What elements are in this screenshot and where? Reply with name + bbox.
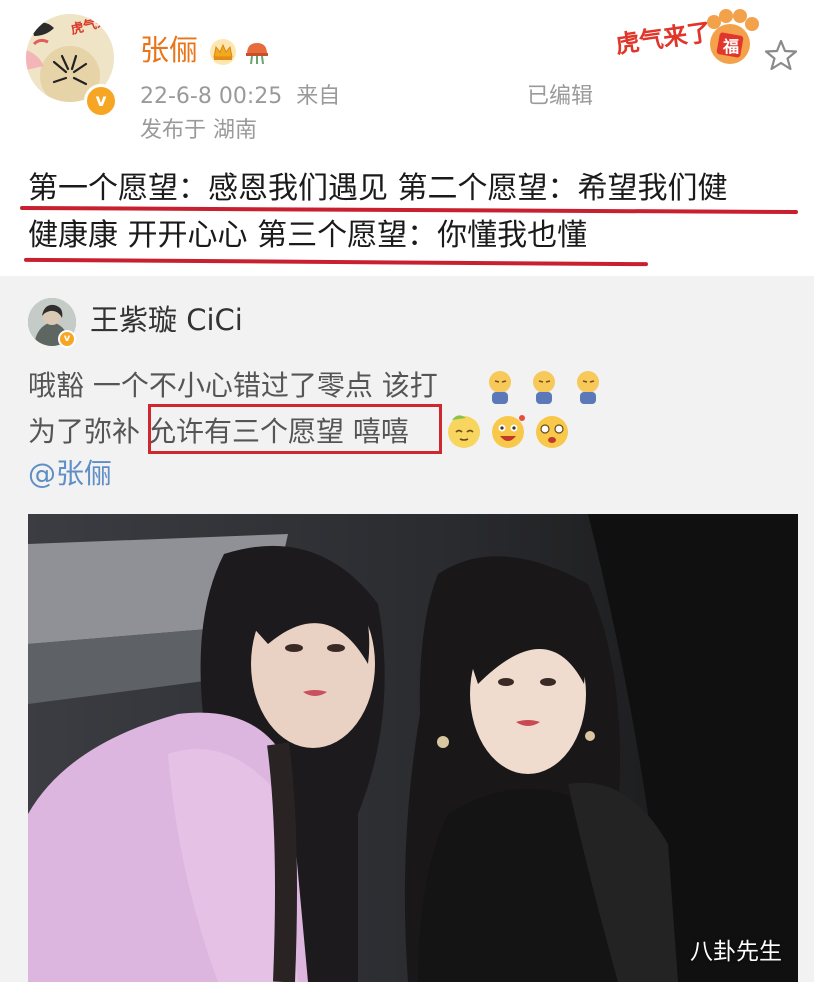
author-name[interactable]: 张俪 [140, 36, 198, 65]
sleepy-emoji-icon [577, 371, 599, 404]
verified-icon: v [84, 84, 118, 118]
crown-icon[interactable] [208, 38, 238, 66]
helmet-icon[interactable] [243, 38, 271, 66]
repost-line2-prefix: 为了弥补 [28, 415, 141, 448]
post-location: 发布于 湖南 [140, 118, 257, 143]
sleepy-emoji-icon [533, 371, 555, 404]
mention-link[interactable]: @张俪 [28, 460, 112, 488]
post-text-line-2: 健康康 开开心心 第三个愿望：你懂我也懂 [28, 218, 588, 253]
watermark: 八卦先生 [690, 939, 782, 965]
repost-author-name[interactable]: 王紫璇 CiCi [90, 306, 243, 335]
post-time-text: 22-6-8 00:25 [140, 84, 283, 109]
surprised-emoji-icon [536, 416, 568, 448]
red-underline-2 [23, 257, 649, 267]
repost-photo[interactable]: 八卦先生 [28, 514, 798, 982]
tiger-paw-icon: 福 [707, 9, 759, 64]
svg-text:福: 福 [722, 37, 739, 56]
emoji-row-2 [448, 415, 568, 448]
laughing-emoji-icon [492, 415, 525, 448]
sleepy-emoji-row [489, 371, 599, 404]
sleepy-emoji-icon [489, 371, 511, 404]
edited-label[interactable]: 已编辑 [527, 86, 593, 108]
repost-text-line-1: 哦豁 一个不小心错过了零点 该打 [28, 372, 438, 400]
repost-line1-text: 哦豁 一个不小心错过了零点 该打 [28, 369, 438, 402]
post-text-line-1: 第一个愿望：感恩我们遇见 第二个愿望：希望我们健 [28, 171, 728, 206]
shy-emoji-icon [448, 415, 480, 448]
red-highlight-box [148, 404, 442, 454]
decor-text: 虎气来了 [614, 18, 713, 59]
red-underline-1 [19, 205, 799, 215]
repost-verified-icon: v [58, 330, 76, 348]
post-time[interactable]: 22-6-8 00:25 来自 [140, 86, 340, 108]
tiger-card-decor: 虎气来了 福 [612, 8, 762, 68]
star-favorite-icon[interactable] [764, 38, 798, 72]
post-source: 来自 [296, 84, 341, 109]
